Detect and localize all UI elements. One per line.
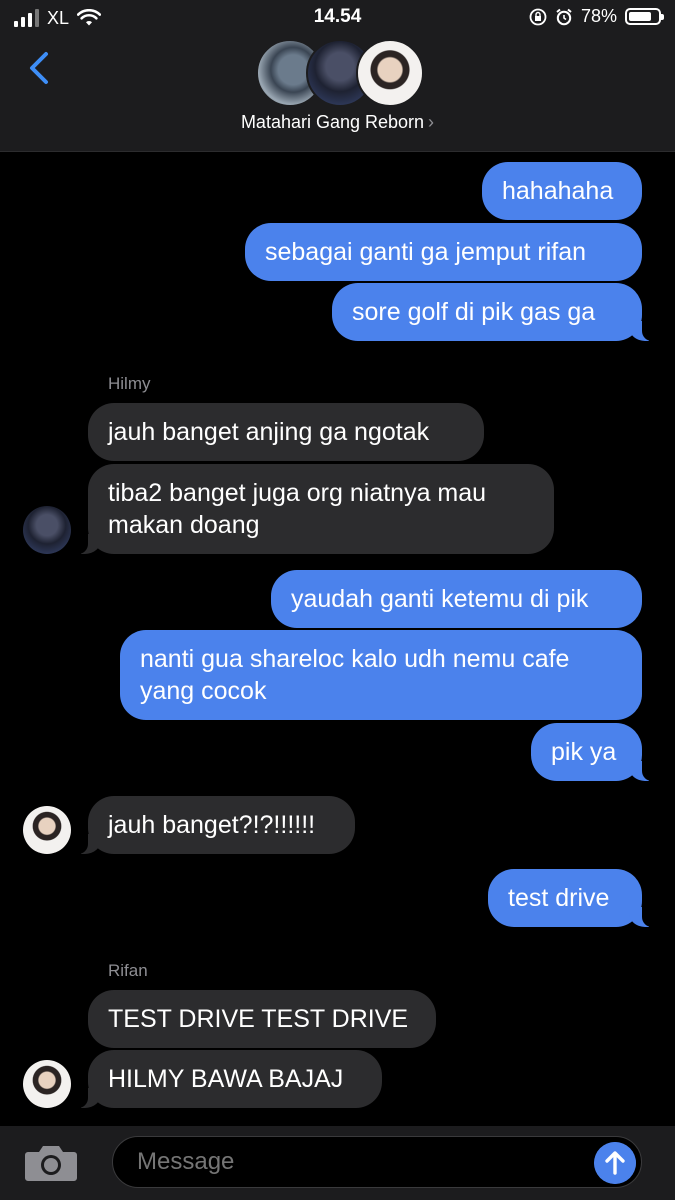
sender-avatar[interactable] [23, 806, 71, 854]
group-name-button[interactable]: Matahari Gang Reborn › [0, 112, 675, 133]
message-input[interactable] [112, 1136, 642, 1188]
outgoing-message[interactable]: nanti gua shareloc kalo udh nemu cafe ya… [120, 630, 642, 720]
outgoing-message[interactable]: pik ya [531, 723, 659, 781]
outgoing-message[interactable]: test drive [488, 869, 659, 927]
status-right: 78% [529, 6, 664, 27]
orientation-lock-icon [529, 8, 547, 25]
battery-level-fill [629, 12, 651, 21]
outgoing-message[interactable]: yaudah ganti ketemu di pik [271, 570, 642, 628]
sender-name: Hilmy [108, 374, 151, 393]
send-arrow-icon[interactable] [594, 1142, 636, 1184]
group-avatar-stack[interactable] [256, 39, 424, 107]
incoming-message[interactable]: tiba2 banget juga org niatnya mau makan … [71, 464, 554, 554]
conversation-header: Matahari Gang Reborn › [0, 36, 675, 152]
sender-avatar[interactable] [23, 506, 71, 554]
back-chevron-icon[interactable] [20, 46, 64, 90]
camera-icon[interactable] [22, 1140, 80, 1184]
incoming-message[interactable]: HILMY BAWA BAJAJ [71, 1050, 382, 1108]
compose-bar [0, 1126, 675, 1200]
chevron-right-icon: › [428, 112, 435, 132]
group-member-avatar [356, 39, 424, 107]
battery-icon [625, 8, 664, 25]
outgoing-message[interactable]: hahahaha [482, 162, 642, 220]
incoming-message[interactable]: TEST DRIVE TEST DRIVE [88, 990, 436, 1048]
status-bar: XL 14.54 78% [0, 0, 675, 36]
outgoing-message[interactable]: sore golf di pik gas ga [332, 283, 659, 341]
incoming-message[interactable]: jauh banget anjing ga ngotak [88, 403, 484, 461]
sender-name: Rifan [108, 961, 148, 980]
alarm-icon [556, 8, 572, 25]
sender-avatar[interactable] [23, 1060, 71, 1108]
incoming-message[interactable]: jauh banget?!?!!!!!! [71, 796, 355, 854]
battery-percent: 78% [580, 6, 617, 26]
group-name: Matahari Gang Reborn [240, 112, 425, 132]
outgoing-message[interactable]: sebagai ganti ga jemput rifan [245, 223, 642, 281]
